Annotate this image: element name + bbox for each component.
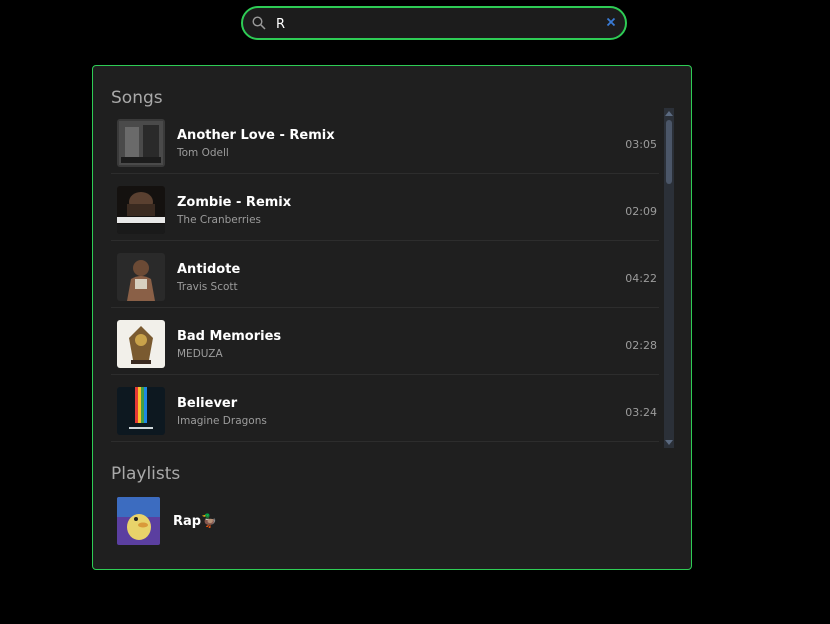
search-input[interactable] <box>274 13 598 35</box>
playlists-section-title: Playlists <box>111 464 181 484</box>
song-artist: Tom Odell <box>177 147 229 159</box>
scrollbar-thumb[interactable] <box>666 120 672 184</box>
playlist-item[interactable]: Rap🦆 <box>111 496 671 546</box>
album-cover-dark-photo <box>117 119 165 167</box>
song-title: Zombie - Remix <box>177 195 292 210</box>
song-title: Believer <box>177 396 238 411</box>
song-artist: The Cranberries <box>177 214 262 226</box>
song-duration: 02:28 <box>625 339 657 352</box>
song-duration: 03:24 <box>625 406 657 419</box>
song-row[interactable]: Antidote Travis Scott 04:22 <box>111 241 659 308</box>
album-cover-trendingsmusik <box>117 186 165 234</box>
song-row[interactable]: Zombie - Remix The Cranberries 02:09 <box>111 174 659 241</box>
song-list: Another Love - Remix Tom Odell 03:05 Zom… <box>111 107 659 443</box>
search-bar[interactable] <box>241 6 627 40</box>
playlist-cover-duck <box>117 497 160 545</box>
song-duration: 02:09 <box>625 205 657 218</box>
song-artist: Travis Scott <box>177 281 238 293</box>
song-row[interactable]: Bad Memories MEDUZA 02:28 <box>111 308 659 375</box>
song-title: Bad Memories <box>177 329 282 344</box>
album-cover-imagine-dragons <box>117 387 165 435</box>
search-results-panel: Songs Another Love - Remix Tom Odell 03:… <box>92 65 692 570</box>
scroll-down-arrow-icon[interactable] <box>665 440 673 445</box>
song-title: Antidote <box>177 262 241 277</box>
clear-search-icon[interactable] <box>606 17 616 27</box>
song-duration: 03:05 <box>625 138 657 151</box>
album-cover-illustration <box>117 320 165 368</box>
song-title: Another Love - Remix <box>177 128 335 143</box>
songs-section-title: Songs <box>111 88 163 108</box>
song-artist: Imagine Dragons <box>177 415 267 427</box>
song-row[interactable]: Believer Imagine Dragons 03:24 <box>111 375 659 442</box>
search-icon <box>252 16 266 30</box>
song-artist: MEDUZA <box>177 348 223 360</box>
song-row[interactable]: Another Love - Remix Tom Odell 03:05 <box>111 107 659 174</box>
album-cover-portrait <box>117 253 165 301</box>
scroll-up-arrow-icon[interactable] <box>665 111 673 116</box>
song-list-scrollbar[interactable] <box>664 108 674 448</box>
playlist-name: Rap🦆 <box>173 514 218 529</box>
song-duration: 04:22 <box>625 272 657 285</box>
